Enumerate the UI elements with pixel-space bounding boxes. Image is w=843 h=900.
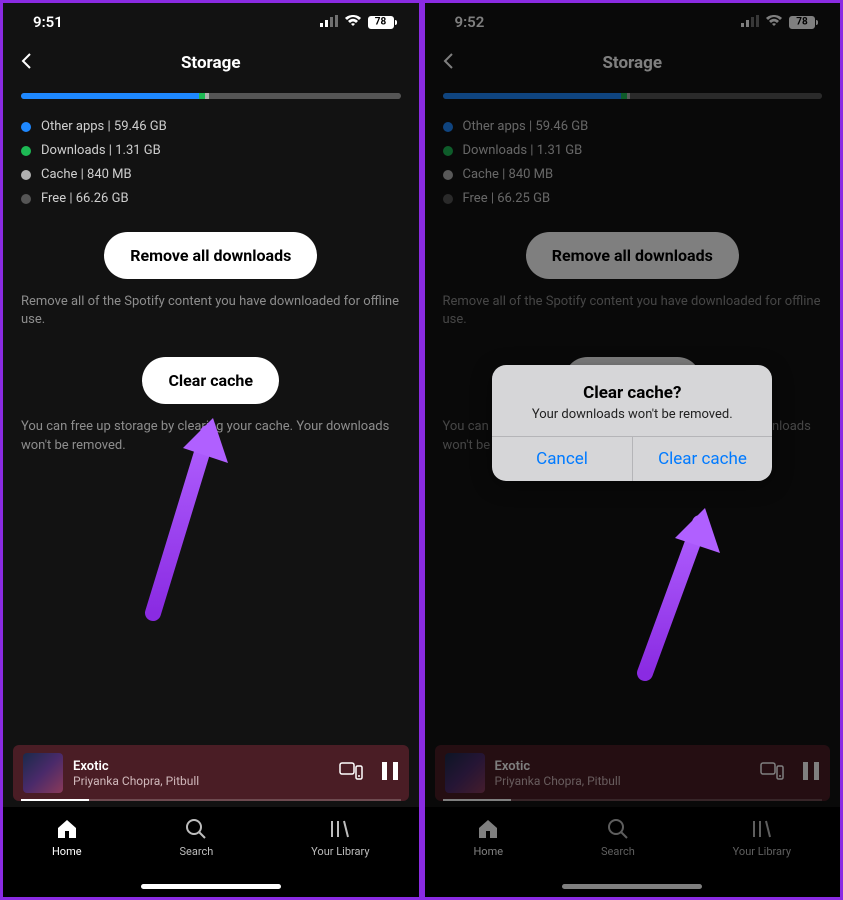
tab-home[interactable]: Home xyxy=(52,817,82,858)
legend-item: Downloads | 1.31 GB xyxy=(21,143,401,158)
devices-icon[interactable] xyxy=(760,761,784,785)
status-bar: 9:51 78 xyxy=(3,3,419,39)
legend-dot xyxy=(443,146,453,156)
page-header: Storage xyxy=(3,39,419,93)
wifi-icon xyxy=(344,13,362,31)
tab-search[interactable]: Search xyxy=(179,817,213,858)
status-icons: 78 xyxy=(741,13,818,31)
battery-icon: 78 xyxy=(368,16,397,29)
storage-legend: Other apps | 59.46 GB Downloads | 1.31 GB… xyxy=(443,119,823,206)
pause-icon[interactable] xyxy=(802,761,820,785)
clear-cache-alert: Clear cache? Your downloads won't be rem… xyxy=(492,365,772,481)
legend-item: Downloads | 1.31 GB xyxy=(443,143,823,158)
page-title: Storage xyxy=(181,53,241,73)
legend-item: Other apps | 59.46 GB xyxy=(21,119,401,134)
home-indicator[interactable] xyxy=(141,884,281,889)
tab-library[interactable]: Your Library xyxy=(311,817,369,858)
legend-label: Cache | 840 MB xyxy=(41,167,132,182)
search-icon xyxy=(184,817,208,841)
legend-item: Free | 66.25 GB xyxy=(443,191,823,206)
storage-bar xyxy=(21,93,401,99)
tab-search-label: Search xyxy=(179,845,213,858)
pause-icon[interactable] xyxy=(381,761,399,785)
cellular-icon xyxy=(320,13,338,31)
legend-label: Downloads | 1.31 GB xyxy=(41,143,161,158)
alert-title: Clear cache? xyxy=(508,383,756,403)
legend-label: Other apps | 59.46 GB xyxy=(41,119,167,134)
storage-legend: Other apps | 59.46 GB Downloads | 1.31 GB… xyxy=(21,119,401,206)
phone-right: 9:52 78 Storage Other apps | 59.46 GB Dow… xyxy=(422,0,843,900)
alert-confirm-button[interactable]: Clear cache xyxy=(632,437,773,481)
page-title: Storage xyxy=(602,53,662,73)
status-time: 9:51 xyxy=(33,13,63,31)
legend-label: Free | 66.25 GB xyxy=(463,191,551,206)
tab-home-label: Home xyxy=(52,845,82,858)
legend-dot xyxy=(443,170,453,180)
remove-description: Remove all of the Spotify content you ha… xyxy=(443,293,823,329)
legend-dot xyxy=(21,170,31,180)
remove-description: Remove all of the Spotify content you ha… xyxy=(21,293,401,329)
legend-dot xyxy=(443,194,453,204)
legend-dot xyxy=(443,122,453,132)
annotation-arrow xyxy=(625,493,745,683)
track-title: Exotic xyxy=(73,759,329,774)
tab-home[interactable]: Home xyxy=(473,817,503,858)
legend-label: Cache | 840 MB xyxy=(463,167,554,182)
back-icon[interactable] xyxy=(439,51,459,75)
legend-label: Other apps | 59.46 GB xyxy=(463,119,589,134)
back-icon[interactable] xyxy=(17,51,37,75)
tab-search[interactable]: Search xyxy=(601,817,635,858)
status-time: 9:52 xyxy=(455,13,485,31)
battery-icon: 78 xyxy=(789,16,818,29)
alert-message: Your downloads won't be removed. xyxy=(508,407,756,422)
devices-icon[interactable] xyxy=(339,761,363,785)
status-icons: 78 xyxy=(320,13,397,31)
now-playing-text: Exotic Priyanka Chopra, Pitbull xyxy=(73,759,329,788)
cellular-icon xyxy=(741,13,759,31)
now-playing-bar[interactable]: Exotic Priyanka Chopra, Pitbull xyxy=(435,745,831,801)
alert-cancel-button[interactable]: Cancel xyxy=(492,437,632,481)
status-bar: 9:52 78 xyxy=(425,3,841,39)
wifi-icon xyxy=(765,13,783,31)
album-art xyxy=(23,753,63,793)
legend-label: Free | 66.26 GB xyxy=(41,191,129,206)
track-artist: Priyanka Chopra, Pitbull xyxy=(73,774,329,788)
now-playing-bar[interactable]: Exotic Priyanka Chopra, Pitbull xyxy=(13,745,409,801)
storage-bar xyxy=(443,93,823,99)
tab-library-label: Your Library xyxy=(733,845,791,858)
album-art xyxy=(445,753,485,793)
remove-downloads-button[interactable]: Remove all downloads xyxy=(526,232,739,279)
legend-item: Other apps | 59.46 GB xyxy=(443,119,823,134)
track-title: Exotic xyxy=(495,759,751,774)
legend-item: Cache | 840 MB xyxy=(21,167,401,182)
tab-home-label: Home xyxy=(473,845,503,858)
legend-dot xyxy=(21,194,31,204)
now-playing-text: Exotic Priyanka Chopra, Pitbull xyxy=(495,759,751,788)
content-area: Other apps | 59.46 GB Downloads | 1.31 GB… xyxy=(3,93,419,455)
tab-library-label: Your Library xyxy=(311,845,369,858)
track-artist: Priyanka Chopra, Pitbull xyxy=(495,774,751,788)
clear-cache-button[interactable]: Clear cache xyxy=(142,357,279,404)
clear-description: You can free up storage by clearing your… xyxy=(21,418,401,454)
home-icon xyxy=(55,817,79,841)
page-header: Storage xyxy=(425,39,841,93)
remove-downloads-button[interactable]: Remove all downloads xyxy=(104,232,317,279)
legend-label: Downloads | 1.31 GB xyxy=(463,143,583,158)
home-indicator[interactable] xyxy=(562,884,702,889)
tab-search-label: Search xyxy=(601,845,635,858)
playback-progress xyxy=(21,799,401,801)
tab-library[interactable]: Your Library xyxy=(733,817,791,858)
search-icon xyxy=(606,817,630,841)
phone-left: 9:51 78 Storage Other apps | 59.46 GB Dow… xyxy=(0,0,422,900)
library-icon xyxy=(750,817,774,841)
legend-item: Cache | 840 MB xyxy=(443,167,823,182)
legend-dot xyxy=(21,122,31,132)
playback-progress xyxy=(443,799,823,801)
home-icon xyxy=(476,817,500,841)
library-icon xyxy=(328,817,352,841)
legend-item: Free | 66.26 GB xyxy=(21,191,401,206)
legend-dot xyxy=(21,146,31,156)
